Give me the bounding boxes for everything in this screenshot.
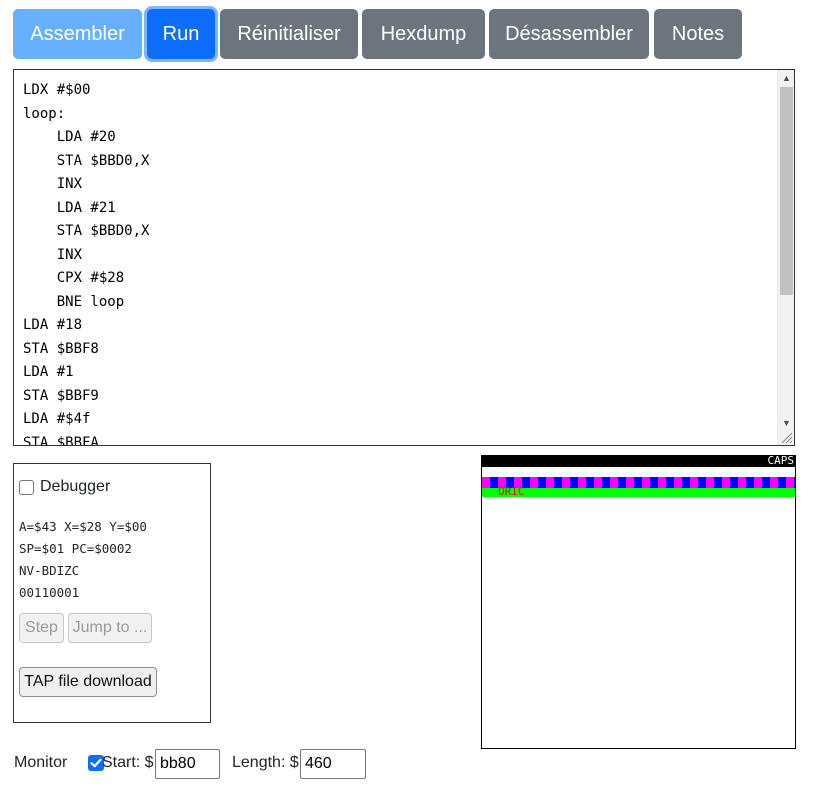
scroll-down-icon[interactable]: ▼ xyxy=(778,415,794,431)
debugger-panel: Debugger A=$43 X=$28 Y=$00 SP=$01 PC=$00… xyxy=(13,463,211,723)
assemble-button[interactable]: Assembler xyxy=(13,9,142,59)
debugger-toggle[interactable]: Debugger xyxy=(19,478,110,496)
notes-button[interactable]: Notes xyxy=(654,9,742,59)
screen-oric-text: ORIC xyxy=(498,485,525,498)
screen-status-bar: CAPS xyxy=(482,456,795,467)
scrollbar-thumb[interactable] xyxy=(780,87,793,295)
step-button[interactable]: Step xyxy=(19,613,64,643)
reset-button[interactable]: Réinitialiser xyxy=(220,9,358,59)
flags-bits: 00110001 xyxy=(19,585,80,600)
screen-green-band xyxy=(482,488,795,497)
resize-grip-icon[interactable] xyxy=(779,430,793,444)
caps-indicator: CAPS xyxy=(767,455,795,467)
length-label: Length: $ xyxy=(232,754,299,771)
registers-line: A=$43 X=$28 Y=$00 xyxy=(19,519,147,534)
code-text[interactable]: LDX #$00 loop: LDA #20 STA $BBD0,X INX L… xyxy=(23,79,149,445)
editor-scrollbar[interactable]: ▲ ▼ xyxy=(777,70,794,445)
screen-stripe-row xyxy=(482,477,795,488)
start-address-input[interactable] xyxy=(155,749,220,779)
tap-download-button[interactable]: TAP file download xyxy=(19,667,157,697)
disassemble-button[interactable]: Désassembler xyxy=(489,9,649,59)
monitor-label: Monitor xyxy=(14,754,68,771)
start-label: Start: $ xyxy=(102,754,154,771)
debugger-label: Debugger xyxy=(40,478,111,495)
debugger-checkbox[interactable] xyxy=(19,479,34,495)
length-input[interactable] xyxy=(300,749,366,779)
hexdump-button[interactable]: Hexdump xyxy=(362,9,485,59)
code-editor[interactable]: LDX #$00 loop: LDA #20 STA $BBD0,X INX L… xyxy=(13,69,795,446)
register-display: A=$43 X=$28 Y=$00 SP=$01 PC=$0002 NV-BDI… xyxy=(19,516,147,604)
pointers-line: SP=$01 PC=$0002 xyxy=(19,541,132,556)
flags-header: NV-BDIZC xyxy=(19,563,80,578)
scroll-up-icon[interactable]: ▲ xyxy=(778,70,794,86)
run-button[interactable]: Run xyxy=(147,9,215,59)
emulator-screen: CAPS ORIC xyxy=(481,455,796,749)
monitor-controls: Monitor Start: $ Length: $ xyxy=(14,749,414,779)
jump-to-button[interactable]: Jump to ... xyxy=(68,613,152,643)
